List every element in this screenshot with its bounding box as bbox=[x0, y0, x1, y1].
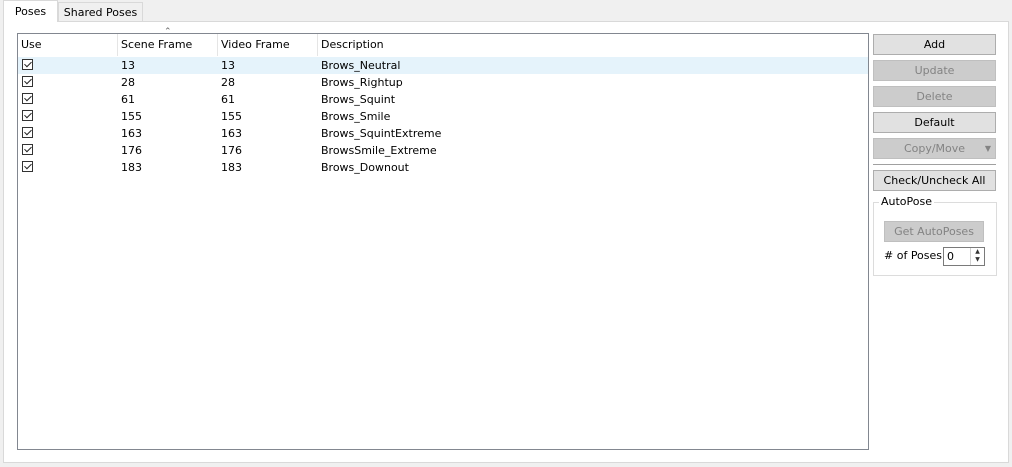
table-row[interactable]: 163 163 Brows_SquintExtreme bbox=[18, 125, 868, 142]
default-button[interactable]: Default bbox=[873, 112, 996, 133]
scene-frame-cell: 61 bbox=[121, 93, 135, 106]
list-rows: 13 13 Brows_Neutral 28 28 Brows_Rightup … bbox=[18, 57, 868, 176]
column-header-use[interactable]: Use bbox=[18, 34, 118, 56]
table-row[interactable]: 183 183 Brows_Downout bbox=[18, 159, 868, 176]
spinner-buttons: ▲ ▼ bbox=[970, 248, 984, 265]
delete-button[interactable]: Delete bbox=[873, 86, 996, 107]
video-frame-cell: 61 bbox=[221, 93, 235, 106]
scene-frame-cell: 28 bbox=[121, 76, 135, 89]
use-checkbox[interactable] bbox=[22, 161, 33, 172]
checkbox-checked-icon bbox=[22, 110, 33, 121]
tab-shared-poses[interactable]: Shared Poses bbox=[58, 2, 143, 21]
copy-move-label: Copy/Move bbox=[903, 142, 966, 155]
table-row[interactable]: 28 28 Brows_Rightup bbox=[18, 74, 868, 91]
use-checkbox[interactable] bbox=[22, 93, 33, 104]
num-poses-value[interactable]: 0 bbox=[947, 250, 954, 264]
checkbox-checked-icon bbox=[22, 127, 33, 138]
video-frame-cell: 28 bbox=[221, 76, 235, 89]
update-button[interactable]: Update bbox=[873, 60, 996, 81]
spin-up-icon[interactable]: ▲ bbox=[971, 248, 984, 256]
checkbox-checked-icon bbox=[22, 161, 33, 172]
checkbox-checked-icon bbox=[22, 76, 33, 87]
description-cell: Brows_Rightup bbox=[321, 76, 403, 89]
video-frame-cell: 183 bbox=[221, 161, 242, 174]
video-frame-cell: 176 bbox=[221, 144, 242, 157]
table-row[interactable]: 61 61 Brows_Squint bbox=[18, 91, 868, 108]
video-frame-cell: 155 bbox=[221, 110, 242, 123]
get-autoposes-button[interactable]: Get AutoPoses bbox=[884, 221, 984, 242]
description-cell: Brows_Squint bbox=[321, 93, 396, 106]
description-cell: Brows_SquintExtreme bbox=[321, 127, 442, 140]
copy-move-button[interactable]: Copy/Move ▼ bbox=[873, 138, 996, 159]
use-checkbox[interactable] bbox=[22, 127, 33, 138]
column-header-video-frame[interactable]: Video Frame bbox=[218, 34, 318, 56]
table-row[interactable]: 176 176 BrowsSmile_Extreme bbox=[18, 142, 868, 159]
poses-list[interactable]: Use Scene Frame Video Frame Description … bbox=[17, 27, 869, 450]
add-button[interactable]: Add bbox=[873, 34, 996, 55]
checkbox-checked-icon bbox=[22, 93, 33, 104]
video-frame-cell: 163 bbox=[221, 127, 242, 140]
chevron-down-icon: ▼ bbox=[984, 144, 991, 153]
description-cell: Brows_Downout bbox=[321, 161, 409, 174]
scene-frame-cell: 176 bbox=[121, 144, 142, 157]
check-uncheck-all-button[interactable]: Check/Uncheck All bbox=[873, 170, 996, 191]
separator bbox=[873, 164, 996, 166]
column-header-scene-frame[interactable]: Scene Frame bbox=[118, 34, 218, 56]
scene-frame-cell: 13 bbox=[121, 59, 135, 72]
list-header: Use Scene Frame Video Frame Description … bbox=[18, 27, 868, 56]
tab-bar: Poses Shared Poses bbox=[0, 0, 1012, 22]
num-poses-stepper[interactable]: 0 ▲ ▼ bbox=[943, 247, 985, 266]
use-checkbox[interactable] bbox=[22, 59, 33, 70]
column-header-description[interactable]: Description bbox=[318, 34, 868, 56]
sort-ascending-icon: ⌃ bbox=[164, 27, 172, 37]
table-row[interactable]: 13 13 Brows_Neutral bbox=[18, 57, 868, 74]
checkbox-checked-icon bbox=[22, 144, 33, 155]
scene-frame-cell: 155 bbox=[121, 110, 142, 123]
scene-frame-cell: 183 bbox=[121, 161, 142, 174]
description-cell: Brows_Neutral bbox=[321, 59, 401, 72]
tab-poses[interactable]: Poses bbox=[3, 0, 58, 22]
use-checkbox[interactable] bbox=[22, 76, 33, 87]
description-cell: BrowsSmile_Extreme bbox=[321, 144, 437, 157]
num-poses-label: # of Poses: bbox=[884, 249, 946, 262]
description-cell: Brows_Smile bbox=[321, 110, 391, 123]
use-checkbox[interactable] bbox=[22, 144, 33, 155]
video-frame-cell: 13 bbox=[221, 59, 235, 72]
table-row[interactable]: 155 155 Brows_Smile bbox=[18, 108, 868, 125]
autopose-group-label: AutoPose bbox=[879, 195, 935, 209]
use-checkbox[interactable] bbox=[22, 110, 33, 121]
spin-down-icon[interactable]: ▼ bbox=[971, 256, 984, 264]
scene-frame-cell: 163 bbox=[121, 127, 142, 140]
checkbox-checked-icon bbox=[22, 59, 33, 70]
